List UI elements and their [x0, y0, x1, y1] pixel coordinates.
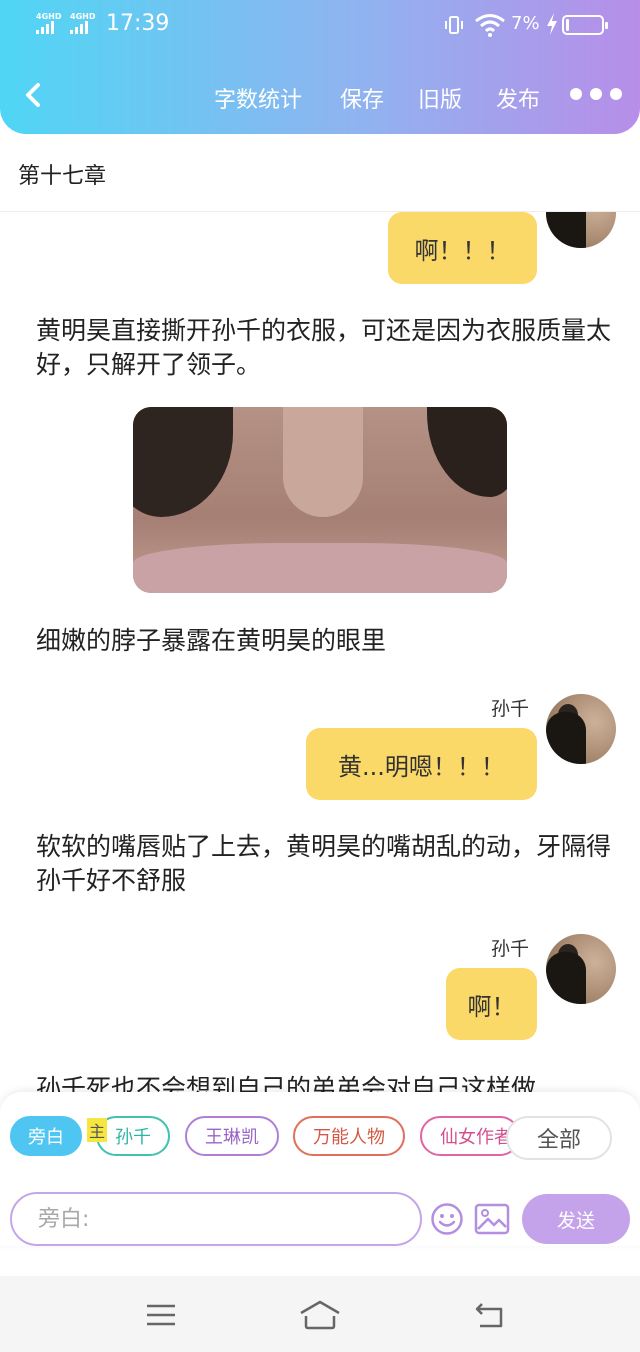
avatar[interactable] — [546, 212, 616, 248]
old-version-button[interactable]: 旧版 — [418, 82, 462, 114]
dialogue-bubble[interactable]: 黄...明嗯！！！ — [306, 728, 537, 800]
owner-badge: 主 — [87, 1118, 107, 1142]
signal-icon-2: 4GHD — [68, 12, 98, 36]
speaker-name: 孙千 — [491, 698, 530, 720]
avatar[interactable] — [546, 694, 616, 764]
wifi-icon — [475, 14, 505, 37]
narration-paragraph[interactable]: 细嫩的脖子暴露在黄明昊的眼里 — [36, 624, 616, 658]
battery-icon — [562, 15, 608, 35]
narration-paragraph[interactable]: 软软的嘴唇贴了上去，黄明昊的嘴胡乱的动，牙隔得孙千好不舒服 — [36, 830, 616, 898]
role-chip[interactable]: 仙女作者 — [420, 1116, 520, 1156]
chapter-title[interactable]: 第十七章 — [18, 158, 106, 190]
send-button[interactable]: 发送 — [522, 1194, 630, 1244]
story-image[interactable] — [133, 407, 507, 593]
app-header: 4GHD 4GHD 17:39 7% 字数统计 保存 旧版 发布 — [0, 0, 640, 134]
story-content[interactable]: 啊！！！ 黄明昊直接撕开孙千的衣服，可还是因为衣服质量太好，只解开了领子。 细嫩… — [0, 212, 640, 1092]
all-roles-button[interactable]: 全部 — [506, 1116, 612, 1160]
emoji-icon[interactable] — [430, 1202, 464, 1236]
charging-icon — [547, 13, 557, 35]
status-bar: 4GHD 4GHD 17:39 7% — [0, 0, 640, 50]
vibrate-icon — [445, 16, 463, 34]
dialogue-input[interactable] — [10, 1192, 422, 1246]
network-type-1: 4GHD — [36, 12, 62, 21]
system-nav-bar — [0, 1276, 640, 1352]
menu-icon[interactable] — [145, 1300, 177, 1330]
publish-button[interactable]: 发布 — [496, 82, 540, 114]
avatar[interactable] — [546, 934, 616, 1004]
narration-paragraph[interactable]: 黄明昊直接撕开孙千的衣服，可还是因为衣服质量太好，只解开了领子。 — [36, 314, 616, 382]
dialogue-bubble[interactable]: 啊！！！ — [388, 212, 537, 284]
signal-icon-1: 4GHD — [34, 12, 64, 36]
speaker-name: 孙千 — [491, 938, 530, 960]
dialogue-bubble[interactable]: 啊！ — [446, 968, 537, 1040]
battery-percent: 7% — [511, 13, 540, 34]
role-chip[interactable]: 王琳凯 — [185, 1116, 279, 1156]
word-count-button[interactable]: 字数统计 — [214, 82, 302, 114]
narration-paragraph[interactable]: 孙千死也不会想到自己的弟弟会对自己这样做 — [36, 1072, 616, 1092]
home-icon[interactable] — [298, 1300, 342, 1330]
back-icon[interactable] — [18, 78, 48, 112]
more-options-icon[interactable] — [570, 88, 626, 104]
image-icon[interactable] — [474, 1203, 510, 1235]
role-chip[interactable]: 孙千 — [96, 1116, 170, 1156]
back-nav-icon[interactable] — [474, 1300, 506, 1330]
battery-fill — [566, 19, 569, 31]
nav-bar: 字数统计 保存 旧版 发布 — [0, 60, 640, 130]
network-type-2: 4GHD — [70, 12, 96, 21]
role-chip-narration[interactable]: 旁白 — [10, 1116, 82, 1156]
status-time: 17:39 — [106, 11, 170, 36]
save-button[interactable]: 保存 — [340, 82, 384, 114]
role-chip[interactable]: 万能人物 — [293, 1116, 405, 1156]
